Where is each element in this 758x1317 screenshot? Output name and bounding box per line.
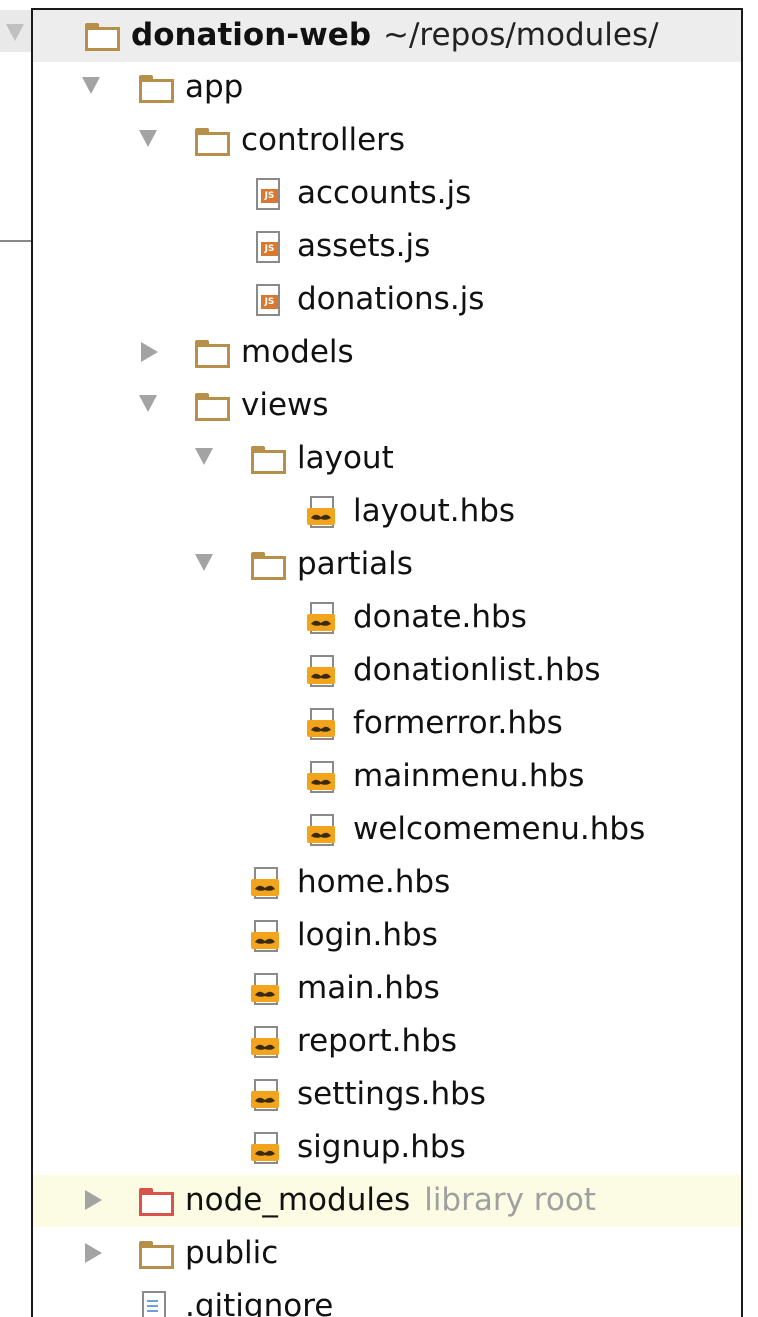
tree-item-public[interactable]: public [33, 1228, 741, 1280]
handlebars-file-icon [251, 973, 279, 1005]
folder-icon [251, 552, 286, 580]
tree-item-donate-hbs[interactable]: donate.hbs [33, 592, 741, 644]
expand-arrow-icon[interactable] [195, 448, 213, 465]
collapse-arrow-icon[interactable] [85, 1243, 102, 1263]
collapse-arrow-icon[interactable] [141, 342, 158, 362]
tree-item-node-modules[interactable]: node_modules library root [33, 1175, 741, 1227]
tree-item-label: layout.hbs [353, 493, 516, 529]
tree-item-signup-hbs[interactable]: signup.hbs [33, 1122, 741, 1174]
expand-arrow-icon[interactable] [139, 130, 157, 147]
tree-item-label: main.hbs [297, 970, 440, 1006]
tree-item-label: .gitignore [185, 1288, 334, 1317]
tree-item-label: donations.js [297, 281, 485, 317]
tree-item-main-hbs[interactable]: main.hbs [33, 963, 741, 1015]
tree-item-label: models [241, 334, 354, 370]
tree-item-layout-hbs[interactable]: layout.hbs [33, 486, 741, 538]
tree-item-label: formerror.hbs [353, 705, 563, 741]
tree-item-label: mainmenu.hbs [353, 758, 585, 794]
tree-item-label: partials [297, 546, 413, 582]
tree-item-label: welcomemenu.hbs [353, 811, 646, 847]
js-file-icon: JS [253, 178, 281, 210]
tree-item-label: home.hbs [297, 864, 451, 900]
js-file-icon: JS [253, 284, 281, 316]
root-row-gutter [0, 10, 33, 52]
tree-item-views[interactable]: views [33, 380, 741, 432]
folder-icon [195, 128, 230, 156]
tree-item-label: public [185, 1235, 279, 1271]
tree-item-settings-hbs[interactable]: settings.hbs [33, 1069, 741, 1121]
tree-item-donationlist-hbs[interactable]: donationlist.hbs [33, 645, 741, 697]
tree-item-label: controllers [241, 122, 406, 158]
tree-root-donation-web[interactable]: donation-web ~/repos/modules/ [33, 10, 741, 62]
tree-item-label: assets.js [297, 228, 431, 264]
tree-item-home-hbs[interactable]: home.hbs [33, 857, 741, 909]
collapse-arrow-icon[interactable] [85, 1190, 102, 1210]
handlebars-file-icon [307, 708, 335, 740]
tree-item-label: donationlist.hbs [353, 652, 601, 688]
tree-item-label: app [185, 69, 244, 105]
handlebars-file-icon [251, 1026, 279, 1058]
handlebars-file-icon [307, 602, 335, 634]
tree-item-app[interactable]: app [33, 62, 741, 114]
handlebars-file-icon [307, 814, 335, 846]
tree-item-label: donate.hbs [353, 599, 527, 635]
panel-border-right [741, 8, 743, 1317]
expand-arrow-icon[interactable] [139, 395, 157, 412]
folder-icon [251, 446, 286, 474]
tree-item-mainmenu-hbs[interactable]: mainmenu.hbs [33, 751, 741, 803]
divider-line [0, 240, 31, 242]
tree-item-label: views [241, 387, 329, 423]
text-file-icon [139, 1291, 167, 1317]
handlebars-file-icon [307, 655, 335, 687]
tree-item-gitignore[interactable]: .gitignore [33, 1281, 741, 1317]
tree-item-report-hbs[interactable]: report.hbs [33, 1016, 741, 1068]
folder-icon [195, 393, 230, 421]
folder-icon [195, 340, 230, 368]
tree-item-formerror-hbs[interactable]: formerror.hbs [33, 698, 741, 750]
expand-arrow-icon[interactable] [82, 77, 100, 94]
folder-icon [139, 1241, 174, 1269]
tree-item-label: signup.hbs [297, 1129, 466, 1165]
handlebars-file-icon [251, 1079, 279, 1111]
tree-item-partials[interactable]: partials [33, 539, 741, 591]
tree-item-accounts-js[interactable]: JS accounts.js [33, 168, 741, 220]
handlebars-file-icon [251, 867, 279, 899]
project-tree: donation-web ~/repos/modules/ app control… [33, 10, 741, 1317]
tree-item-layout[interactable]: layout [33, 433, 741, 485]
root-name: donation-web [131, 17, 372, 53]
tree-item-label: layout [297, 440, 394, 476]
tree-item-login-hbs[interactable]: login.hbs [33, 910, 741, 962]
tree-item-label: login.hbs [297, 917, 438, 953]
panel-border-top [31, 8, 743, 10]
library-folder-icon [139, 1188, 174, 1216]
root-path: ~/repos/modules/ [383, 17, 659, 53]
expand-arrow-icon[interactable] [6, 24, 24, 41]
js-file-icon: JS [253, 231, 281, 263]
tree-item-label: settings.hbs [297, 1076, 486, 1112]
tree-item-controllers[interactable]: controllers [33, 115, 741, 167]
tree-item-label: accounts.js [297, 175, 472, 211]
handlebars-file-icon [307, 496, 335, 528]
expand-arrow-icon[interactable] [195, 554, 213, 571]
handlebars-file-icon [251, 1132, 279, 1164]
tree-item-welcomemenu-hbs[interactable]: welcomemenu.hbs [33, 804, 741, 856]
folder-icon [85, 23, 120, 51]
panel-border-left [31, 8, 33, 1317]
library-root-suffix: library root [424, 1182, 596, 1218]
tree-item-label: node_modules [185, 1182, 411, 1218]
tree-item-donations-js[interactable]: JS donations.js [33, 274, 741, 326]
handlebars-file-icon [307, 761, 335, 793]
tree-item-assets-js[interactable]: JS assets.js [33, 221, 741, 273]
folder-icon [139, 75, 174, 103]
tree-item-models[interactable]: models [33, 327, 741, 379]
tree-item-label: report.hbs [297, 1023, 458, 1059]
handlebars-file-icon [251, 920, 279, 952]
